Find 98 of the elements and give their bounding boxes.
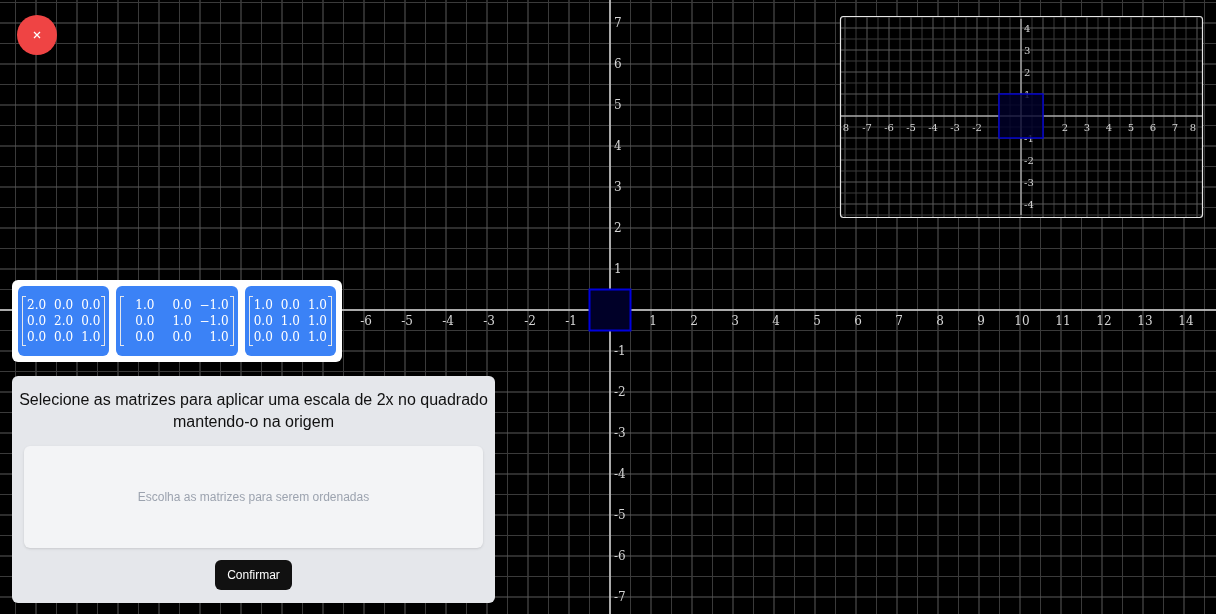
matrix-card[interactable]: 2.0 0.0 0.0 0.0 2.0 0.0 0.0 0.0 1.0: [18, 286, 110, 356]
axis-label: -3: [483, 314, 495, 328]
matrix-entry: 0.0: [171, 297, 192, 313]
axis-label: 4: [614, 139, 622, 153]
axis-label: 8: [842, 122, 850, 133]
bracket-icon: [328, 296, 332, 346]
confirm-button[interactable]: Confirmar: [215, 560, 292, 590]
axis-label: 3: [731, 314, 739, 328]
axis-label: 3: [1024, 45, 1031, 56]
axis-label: 3: [1083, 122, 1091, 133]
axis-label: -7: [862, 122, 872, 133]
axis-label: 5: [614, 98, 622, 112]
axis-label: -3: [1024, 177, 1034, 188]
axis-label: -2: [524, 314, 536, 328]
axis-label: 1: [1024, 89, 1031, 100]
axis-label: 11: [1055, 314, 1071, 328]
matrix-entry: 1.0: [81, 329, 101, 345]
axis-label: -6: [614, 549, 626, 563]
axis-label: 8: [1189, 122, 1197, 133]
matrix-entry: 1.0: [307, 329, 327, 345]
matrix-entry: 1.0: [307, 297, 327, 313]
matrix-entry: 1.0: [171, 313, 192, 329]
axis-label: 1: [649, 314, 657, 328]
axis-label: -5: [614, 508, 626, 522]
axis-label: -4: [614, 467, 626, 481]
axis-label: 7: [614, 16, 622, 30]
unit-square: [588, 288, 632, 332]
bracket-icon: [229, 296, 234, 346]
bracket-icon: [22, 296, 26, 346]
axis-label: -6: [884, 122, 894, 133]
axis-label: 1: [614, 262, 622, 276]
task-prompt: Selecione as matrizes para aplicar uma escala de 2x no quadrado mantendo-o na origem: [18, 390, 489, 432]
drop-zone[interactable]: Escolha as matrizes para serem ordenadas: [24, 446, 483, 548]
axis-label: 2: [614, 221, 622, 235]
axis-label: 2: [690, 314, 698, 328]
axis-label: -4: [928, 122, 938, 133]
matrix-entry: 0.0: [280, 329, 300, 345]
axis-label: 7: [1171, 122, 1179, 133]
matrix-entry: 0.0: [27, 329, 47, 345]
matrix-entry: 1.0: [134, 297, 155, 313]
axis-label: 8: [936, 314, 944, 328]
axis-label: -1: [614, 344, 626, 358]
matrix-entry: 0.0: [81, 313, 101, 329]
axis-label: 5: [1127, 122, 1135, 133]
matrix-entry: 0.0: [54, 329, 74, 345]
axis-label: 6: [614, 57, 622, 71]
axis-label: 5: [813, 314, 821, 328]
matrix-entry: −1.0: [199, 297, 229, 313]
matrix-entry: 0.0: [280, 297, 300, 313]
axis-label: 10: [1014, 314, 1030, 328]
matrix-entry: 1.0: [280, 313, 300, 329]
axis-label: -2: [972, 122, 982, 133]
matrix-entry: 0.0: [134, 329, 155, 345]
matrix-entry: 1.0: [253, 297, 273, 313]
matrix-entry: 1.0: [307, 313, 327, 329]
axis-label: 2: [1024, 67, 1031, 78]
axis-label: 14: [1178, 314, 1194, 328]
bracket-icon: [120, 296, 125, 346]
matrix-entry: 0.0: [253, 313, 273, 329]
axis-label: 6: [854, 314, 862, 328]
axis-label: -7: [614, 590, 626, 604]
axis-label: -2: [1024, 155, 1034, 166]
bracket-icon: [101, 296, 106, 346]
axis-label: -2: [614, 385, 626, 399]
matrix-entry: 0.0: [171, 329, 192, 345]
close-button[interactable]: [17, 15, 57, 55]
axis-label: 3: [614, 180, 622, 194]
axis-label: 6: [1149, 122, 1157, 133]
axis-label: -5: [906, 122, 916, 133]
axis-label: 7: [895, 314, 903, 328]
matrix-card[interactable]: 1.0 0.0 −1.0 0.0 1.0 −1.0 0.0 0.0 1.0: [116, 286, 238, 356]
matrix-entry: 0.0: [253, 329, 273, 345]
axis-label: -6: [360, 314, 372, 328]
bracket-icon: [248, 296, 253, 346]
axis-label: -5: [401, 314, 413, 328]
axis-label: -4: [442, 314, 454, 328]
drop-zone-placeholder: Escolha as matrizes para serem ordenadas: [137, 489, 370, 506]
matrix-entry: 0.0: [134, 313, 155, 329]
axis-label: 4: [1024, 23, 1031, 34]
axis-label: -3: [950, 122, 960, 133]
close-icon: [33, 31, 41, 39]
matrix-card[interactable]: 1.0 0.0 1.0 0.0 1.0 1.0 0.0 0.0 1.0: [244, 286, 336, 356]
axis-label: -1: [565, 314, 577, 328]
axis-label: 13: [1137, 314, 1153, 328]
axis-label: -4: [1024, 199, 1034, 210]
matrix-entry: 2.0: [27, 297, 47, 313]
matrix-entry: 0.0: [27, 313, 47, 329]
axis-label: 9: [977, 314, 985, 328]
matrix-entry: 2.0: [54, 313, 74, 329]
axis-label: 4: [1105, 122, 1113, 133]
matrix-entry: 1.0: [208, 329, 229, 345]
axis-label: 2: [1061, 122, 1069, 133]
axis-label: 4: [772, 314, 780, 328]
axis-label: 12: [1096, 314, 1112, 328]
matrix-entry: 0.0: [54, 297, 74, 313]
matrix-entry: 0.0: [81, 297, 101, 313]
axis-label: -3: [614, 426, 626, 440]
matrix-entry: −1.0: [199, 313, 229, 329]
